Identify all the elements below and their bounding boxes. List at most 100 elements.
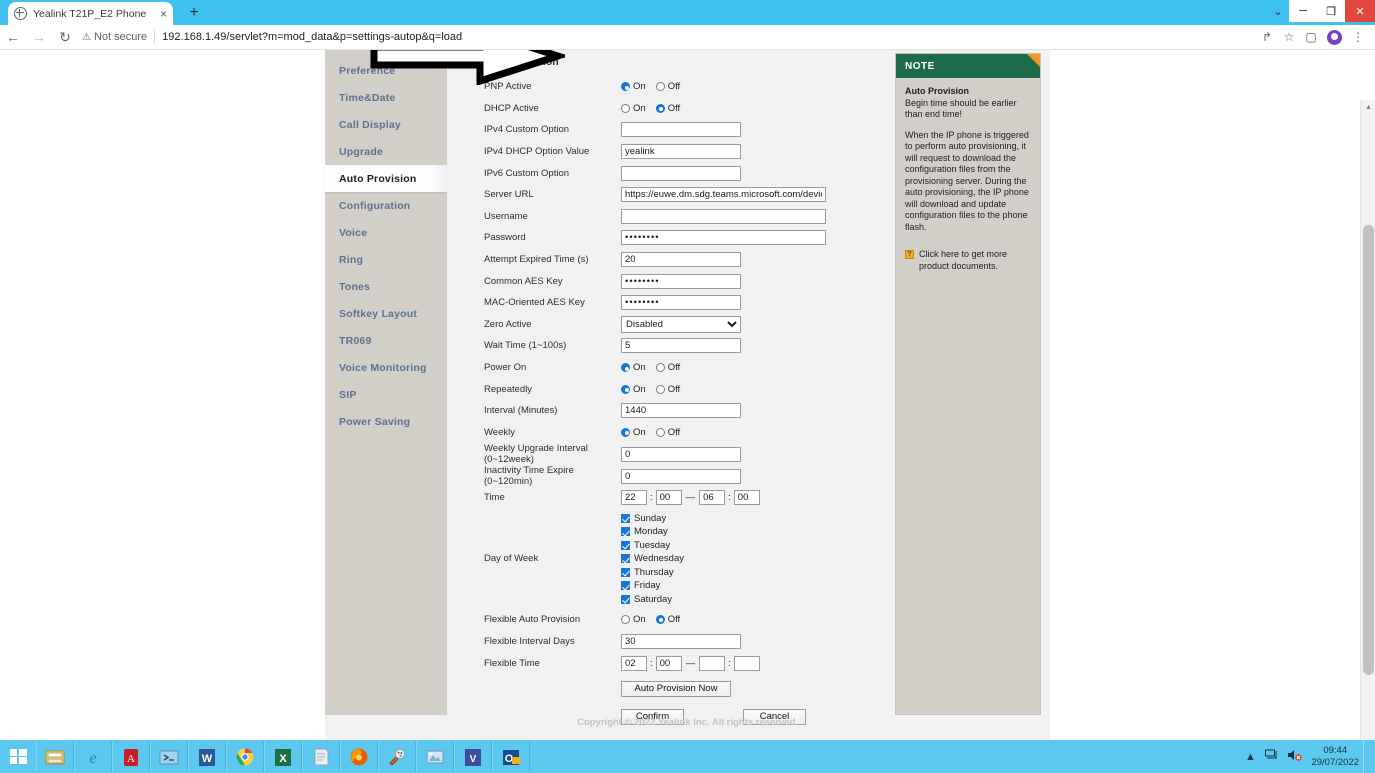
radio-label: Off [668,427,681,438]
flexible-interval-days-input[interactable] [621,634,741,649]
taskbar-item-photos-icon[interactable] [416,741,454,772]
day-label: Sunday [634,513,666,524]
checkbox-tuesday[interactable]: Tuesday [621,538,684,552]
menu-icon[interactable]: ⋮ [1347,30,1369,44]
checkbox-sunday[interactable]: Sunday [621,511,684,525]
note-documents-link[interactable]: ? Click here to get more product documen… [905,249,1031,272]
server-url-input[interactable] [621,187,826,202]
scrollbar-thumb[interactable] [1363,225,1374,675]
browser-tab[interactable]: Yealink T21P_E2 Phone × [8,2,173,25]
time-end-minute-input[interactable] [734,490,760,505]
sidebar-item-configuration[interactable]: Configuration [325,192,447,219]
ipv4-custom-option-input[interactable] [621,122,741,137]
bookmark-star-icon[interactable]: ☆ [1278,30,1300,44]
minimize-button[interactable]: ─ [1289,0,1317,22]
tray-chevron-icon[interactable]: ▲ [1239,751,1261,763]
time-start-hour-input[interactable] [621,490,647,505]
taskbar-item-file-explorer-icon[interactable] [36,741,74,772]
sidebar-item-ring[interactable]: Ring [325,246,447,273]
sidebar-item-auto-provision[interactable]: Auto Provision [325,165,447,192]
checkbox-monday[interactable]: Monday [621,525,684,539]
chevron-down-icon[interactable]: ⌄ [1271,5,1285,19]
flex-end-minute-input[interactable] [734,656,760,671]
attempt-expired-time-input[interactable] [621,252,741,267]
back-icon[interactable]: ← [0,29,26,45]
checkbox-wednesday[interactable]: Wednesday [621,552,684,566]
sidebar-item-time-date[interactable]: Time&Date [325,84,447,111]
forward-icon[interactable]: → [26,29,52,45]
time-start-minute-input[interactable] [656,490,682,505]
close-icon[interactable]: × [160,8,167,20]
taskbar-item-powershell-icon[interactable] [150,741,188,772]
sidebar-item-upgrade[interactable]: Upgrade [325,138,447,165]
radio-repeatedly-on[interactable]: On [621,384,646,395]
inactivity-time-expire-input[interactable] [621,469,741,484]
radio-power-on-off[interactable]: Off [656,362,681,373]
taskbar-item-adobe-reader-icon[interactable]: A [112,741,150,772]
flex-start-minute-input[interactable] [656,656,682,671]
auto-provision-now-button[interactable]: Auto Provision Now [621,681,731,697]
sidebar-item-tr069[interactable]: TR069 [325,327,447,354]
mac-oriented-aes-key-input[interactable] [621,295,741,310]
field-row-ipv4-custom-option: IPv4 Custom Option [461,119,892,141]
radio-weekly-off[interactable]: Off [656,427,681,438]
checkbox-thursday[interactable]: Thursday [621,565,684,579]
radio-flexible-auto-provision-on[interactable]: On [621,614,646,625]
side-panel-icon[interactable]: ▢ [1300,30,1322,44]
label-zero-active: Zero Active [461,319,621,330]
taskbar-item-outlook-icon[interactable]: O [492,741,530,772]
reload-icon[interactable]: ↻ [52,29,78,46]
radio-dhcp-active-off[interactable]: Off [656,103,681,114]
radio-power-on-on[interactable]: On [621,362,646,373]
ipv4-dhcp-option-value-input[interactable] [621,144,741,159]
sidebar-item-call-display[interactable]: Call Display [325,111,447,138]
password-input[interactable] [621,230,826,245]
taskbar-item-excel-icon[interactable]: X [264,741,302,772]
sidebar-item-tones[interactable]: Tones [325,273,447,300]
common-aes-key-input[interactable] [621,274,741,289]
address-bar[interactable]: ⚠ Not secure 192.168.1.49/servlet?m=mod_… [82,27,1256,47]
new-tab-button[interactable]: + [185,4,203,22]
avatar[interactable] [1327,30,1342,45]
zero-active-select[interactable]: Disabled [621,316,741,333]
ipv6-custom-option-input[interactable] [621,166,741,181]
share-icon[interactable]: ↱ [1256,30,1278,44]
taskbar-item-firefox-icon[interactable] [340,741,378,772]
close-window-button[interactable]: ✕ [1345,0,1375,22]
scroll-up-icon[interactable]: ▲ [1361,100,1375,115]
username-input[interactable] [621,209,826,224]
sidebar-item-sip[interactable]: SIP [325,381,447,408]
radio-flexible-auto-provision-off[interactable]: Off [656,614,681,625]
network-icon[interactable] [1261,749,1283,764]
checkbox-friday[interactable]: Friday [621,579,684,593]
taskbar-clock[interactable]: 09:44 29/07/2022 [1305,745,1359,769]
taskbar-item-chrome-icon[interactable] [226,741,264,772]
wait-time-input[interactable] [621,338,741,353]
time-end-hour-input[interactable] [699,490,725,505]
radio-dhcp-active-on[interactable]: On [621,103,646,114]
sidebar-item-power-saving[interactable]: Power Saving [325,408,447,435]
interval-minutes-input[interactable] [621,403,741,418]
taskbar-item-paint-icon[interactable] [378,741,416,772]
radio-pnp-active-on[interactable]: On [621,81,646,92]
taskbar-item-notepad-icon[interactable] [302,741,340,772]
radio-repeatedly-off[interactable]: Off [656,384,681,395]
sidebar-item-voice[interactable]: Voice [325,219,447,246]
radio-weekly-on[interactable]: On [621,427,646,438]
show-desktop-button[interactable] [1363,740,1369,773]
maximize-button[interactable]: ❐ [1317,0,1345,22]
taskbar-item-visio-icon[interactable]: V [454,741,492,772]
sidebar-item-voice-monitoring[interactable]: Voice Monitoring [325,354,447,381]
checkbox-saturday[interactable]: Saturday [621,592,684,606]
sidebar-item-softkey-layout[interactable]: Softkey Layout [325,300,447,327]
flex-start-hour-input[interactable] [621,656,647,671]
volume-muted-icon[interactable] [1283,749,1305,764]
radio-pnp-active-off[interactable]: Off [656,81,681,92]
windows-start-icon[interactable] [0,740,36,773]
day-label: Thursday [634,567,674,578]
taskbar-item-word-icon[interactable]: W [188,741,226,772]
page-scrollbar[interactable]: ▲ ▼ [1360,100,1375,740]
flex-end-hour-input[interactable] [699,656,725,671]
weekly-upgrade-interval-input[interactable] [621,447,741,462]
taskbar-item-internet-explorer-icon[interactable]: e [74,741,112,772]
